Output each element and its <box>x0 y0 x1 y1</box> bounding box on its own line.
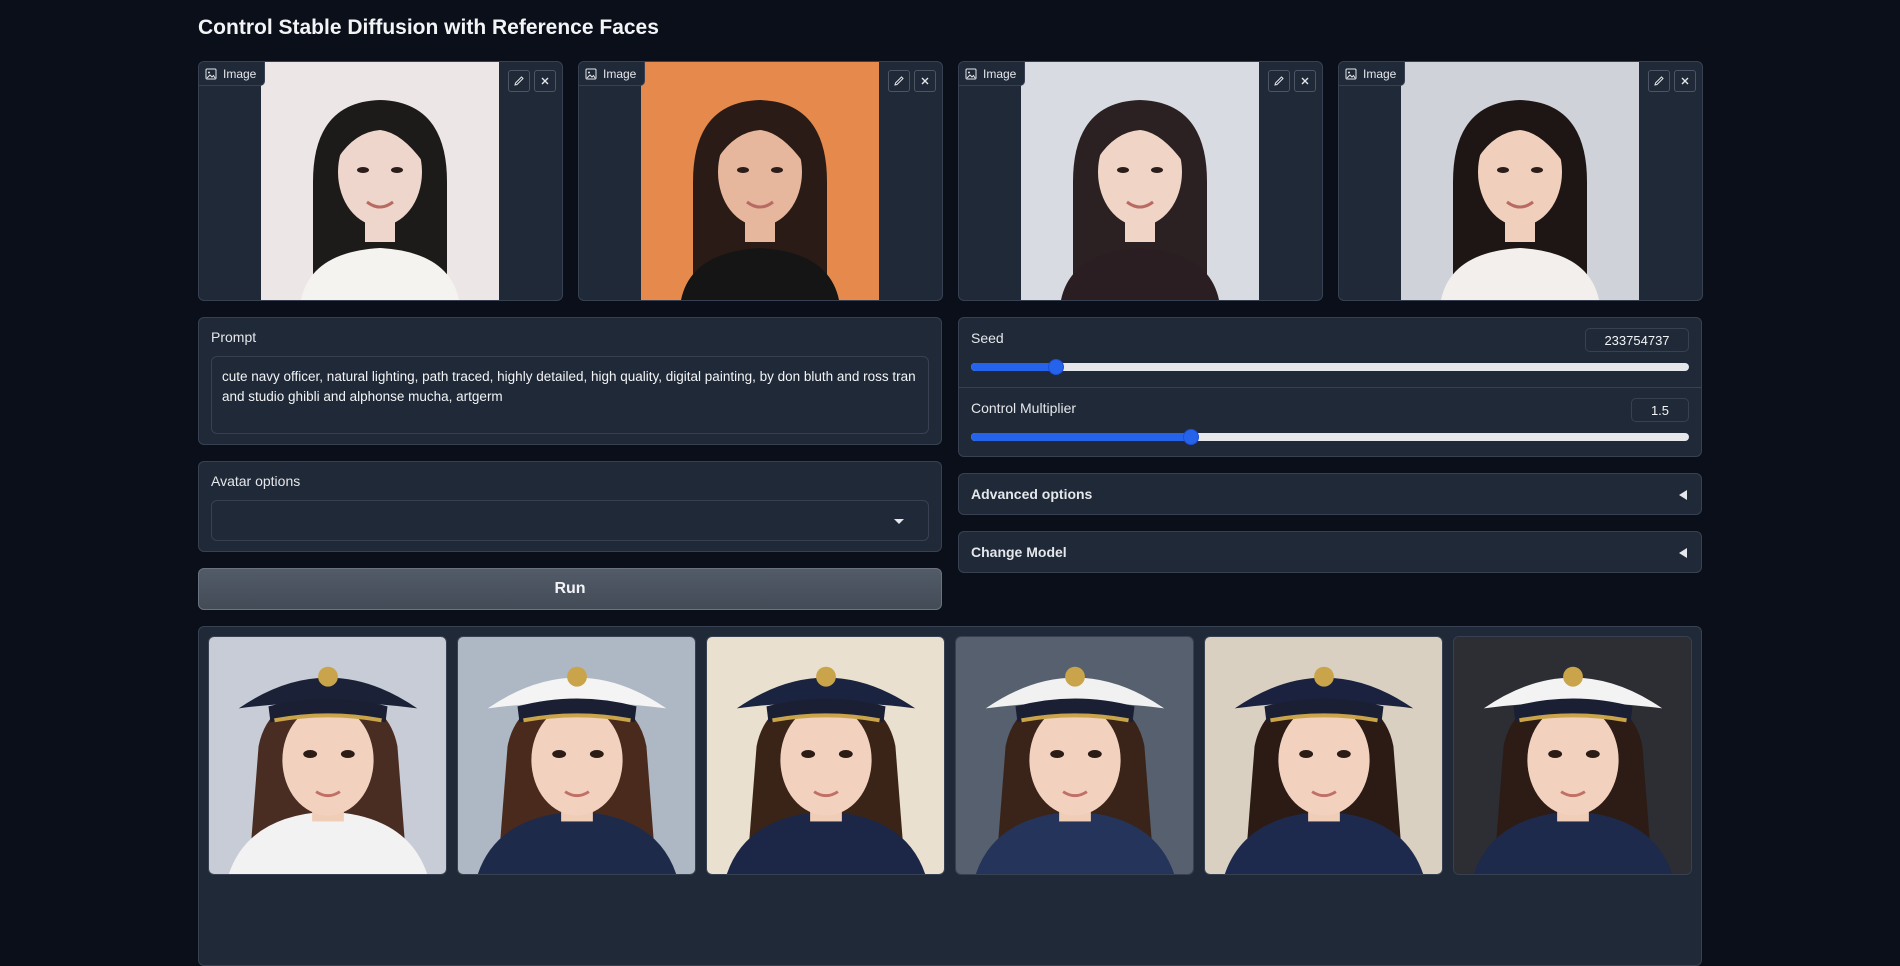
triangle-left-icon <box>1679 490 1687 500</box>
image-buttons <box>508 70 556 92</box>
gallery-image-2[interactable] <box>457 636 696 875</box>
image-label: Image <box>1339 62 1406 86</box>
face-photo <box>261 62 499 300</box>
prompt-input[interactable]: cute navy officer, natural lighting, pat… <box>211 356 929 434</box>
edit-button[interactable] <box>888 70 910 92</box>
face-photo <box>1021 62 1259 300</box>
image-label-text: Image <box>983 66 1017 81</box>
output-gallery <box>198 626 1702 966</box>
clear-button[interactable] <box>914 70 936 92</box>
image-icon <box>1345 68 1357 79</box>
face-photo <box>641 62 879 300</box>
image-label-text: Image <box>1363 66 1397 81</box>
seed-slider-fill <box>971 363 1057 371</box>
prompt-label: Prompt <box>211 329 257 345</box>
advanced-options-label: Advanced options <box>971 486 1093 502</box>
page-title: Control Stable Diffusion with Reference … <box>198 16 659 39</box>
gallery-image-3[interactable] <box>706 636 945 875</box>
generated-portrait <box>209 637 446 874</box>
control-multiplier-slider[interactable] <box>971 429 1689 445</box>
seed-value-input[interactable]: 233754737 <box>1585 328 1689 352</box>
prompt-panel: Prompt cute navy officer, natural lighti… <box>198 317 942 445</box>
generated-portrait <box>956 637 1193 874</box>
gallery-image-6[interactable] <box>1453 636 1692 875</box>
edit-button[interactable] <box>1648 70 1670 92</box>
image-buttons <box>1268 70 1316 92</box>
generated-portrait <box>707 637 944 874</box>
image-icon <box>965 68 977 79</box>
seed-label: Seed <box>971 330 1004 346</box>
image-label: Image <box>579 62 646 86</box>
pencil-icon <box>894 76 904 86</box>
avatar-options-panel: Avatar options <box>198 461 942 552</box>
edit-button[interactable] <box>508 70 530 92</box>
advanced-options-accordion[interactable]: Advanced options <box>958 473 1702 515</box>
seed-slider-row: Seed 233754737 <box>971 328 1689 378</box>
seed-slider-thumb[interactable] <box>1048 359 1065 375</box>
image-buttons <box>1648 70 1696 92</box>
generated-portrait <box>1205 637 1442 874</box>
image-icon <box>205 68 217 79</box>
slider-divider <box>959 387 1701 388</box>
control-multiplier-slider-thumb[interactable] <box>1182 429 1199 445</box>
reference-image-2[interactable]: Image <box>578 61 943 301</box>
pencil-icon <box>514 76 524 86</box>
reference-image-1[interactable]: Image <box>198 61 563 301</box>
chevron-down-icon <box>894 519 904 524</box>
generated-portrait <box>458 637 695 874</box>
gallery-image-4[interactable] <box>955 636 1194 875</box>
clear-button[interactable] <box>534 70 556 92</box>
close-icon <box>921 77 929 85</box>
control-multiplier-row: Control Multiplier 1.5 <box>971 398 1689 448</box>
close-icon <box>1681 77 1689 85</box>
reference-image-3[interactable]: Image <box>958 61 1323 301</box>
image-label: Image <box>959 62 1026 86</box>
face-photo <box>1401 62 1639 300</box>
run-button[interactable]: Run <box>198 568 942 610</box>
reference-image-4[interactable]: Image <box>1338 61 1703 301</box>
control-multiplier-label: Control Multiplier <box>971 400 1077 416</box>
avatar-options-dropdown[interactable] <box>211 500 929 541</box>
image-label: Image <box>199 62 266 86</box>
gallery-image-1[interactable] <box>208 636 447 875</box>
sliders-panel: Seed 233754737 Control Multiplier 1.5 <box>958 317 1702 457</box>
close-icon <box>541 77 549 85</box>
avatar-options-label: Avatar options <box>211 473 301 489</box>
generated-portrait <box>1454 637 1691 874</box>
seed-slider[interactable] <box>971 359 1689 375</box>
image-label-text: Image <box>603 66 637 81</box>
control-multiplier-slider-fill <box>971 433 1191 441</box>
image-buttons <box>888 70 936 92</box>
gallery-image-5[interactable] <box>1204 636 1443 875</box>
change-model-label: Change Model <box>971 544 1067 560</box>
pencil-icon <box>1654 76 1664 86</box>
triangle-left-icon <box>1679 548 1687 558</box>
control-multiplier-value-input[interactable]: 1.5 <box>1631 398 1689 422</box>
clear-button[interactable] <box>1674 70 1696 92</box>
edit-button[interactable] <box>1268 70 1290 92</box>
image-label-text: Image <box>223 66 257 81</box>
change-model-accordion[interactable]: Change Model <box>958 531 1702 573</box>
clear-button[interactable] <box>1294 70 1316 92</box>
close-icon <box>1301 77 1309 85</box>
image-icon <box>585 68 597 79</box>
pencil-icon <box>1274 76 1284 86</box>
